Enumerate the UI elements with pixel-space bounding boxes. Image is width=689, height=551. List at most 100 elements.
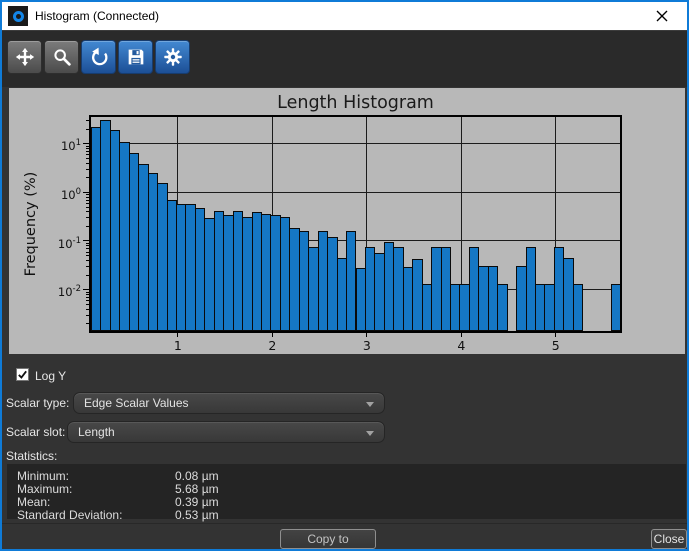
gridline-h bbox=[91, 192, 620, 193]
y-tick-label: 10-2 bbox=[37, 281, 81, 297]
y-minor-tick bbox=[86, 211, 89, 212]
gear-icon bbox=[162, 46, 184, 68]
y-minor-tick bbox=[86, 297, 89, 298]
log-y-checkbox[interactable] bbox=[16, 368, 29, 381]
y-minor-tick bbox=[86, 120, 89, 121]
y-minor-tick bbox=[86, 309, 89, 310]
close-icon bbox=[656, 10, 668, 22]
statistics-label: Statistics: bbox=[6, 449, 57, 463]
y-minor-tick bbox=[86, 292, 89, 293]
gridline-h bbox=[91, 143, 620, 144]
reset-view-button[interactable] bbox=[81, 40, 116, 74]
y-minor-tick bbox=[86, 169, 89, 170]
x-tick bbox=[461, 333, 462, 337]
scalar-type-value: Edge Scalar Values bbox=[84, 396, 189, 410]
chart-title: Length Histogram bbox=[91, 93, 620, 113]
stat-row-mean: Mean: 0.39 µm bbox=[7, 495, 686, 508]
check-icon bbox=[17, 369, 28, 380]
x-tick-label: 2 bbox=[257, 338, 287, 353]
y-minor-tick bbox=[86, 294, 89, 295]
window-close-button[interactable] bbox=[639, 2, 684, 30]
histogram-bar bbox=[573, 284, 583, 331]
y-minor-tick bbox=[86, 197, 89, 198]
y-minor-tick bbox=[86, 177, 89, 178]
y-minor-tick bbox=[86, 260, 89, 261]
y-minor-tick bbox=[86, 243, 89, 244]
y-minor-tick bbox=[86, 194, 89, 195]
x-tick bbox=[555, 333, 556, 337]
y-minor-tick bbox=[86, 158, 89, 159]
stat-value: 0.08 µm bbox=[175, 469, 219, 483]
x-tick-label: 4 bbox=[446, 338, 476, 353]
rotate-ccw-icon bbox=[88, 46, 110, 68]
y-tick-label: 101 bbox=[37, 135, 81, 151]
footer-divider bbox=[2, 523, 689, 524]
close-button[interactable]: Close bbox=[651, 529, 687, 549]
y-minor-tick bbox=[86, 255, 89, 256]
y-minor-tick bbox=[86, 275, 89, 276]
scalar-slot-value: Length bbox=[78, 425, 115, 439]
y-minor-tick bbox=[86, 300, 89, 301]
y-tick bbox=[83, 289, 89, 290]
y-minor-tick bbox=[86, 217, 89, 218]
chevron-down-icon bbox=[366, 402, 374, 407]
app-icon bbox=[8, 6, 28, 26]
y-tick bbox=[83, 192, 89, 193]
y-minor-tick bbox=[86, 163, 89, 164]
x-tick bbox=[272, 333, 273, 337]
stat-row-maximum: Maximum: 5.68 µm bbox=[7, 482, 686, 495]
histogram-bar bbox=[611, 284, 620, 331]
stat-value: 0.53 µm bbox=[175, 508, 219, 522]
y-minor-tick bbox=[86, 266, 89, 267]
stat-label: Maximum: bbox=[17, 482, 72, 496]
y-minor-tick bbox=[86, 315, 89, 316]
zoom-button[interactable] bbox=[44, 40, 79, 74]
scalar-slot-dropdown[interactable]: Length bbox=[67, 421, 385, 443]
settings-button[interactable] bbox=[155, 40, 190, 74]
titlebar[interactable]: Histogram (Connected) bbox=[2, 2, 687, 30]
histogram-bar bbox=[497, 284, 507, 331]
window-title: Histogram (Connected) bbox=[35, 9, 159, 23]
stat-label: Mean: bbox=[17, 495, 50, 509]
magnifier-icon bbox=[51, 46, 73, 68]
y-minor-tick bbox=[86, 323, 89, 324]
y-minor-tick bbox=[86, 248, 89, 249]
copy-to-clipboard-button[interactable]: Copy to Clipboard bbox=[280, 529, 376, 549]
x-tick-label: 3 bbox=[352, 338, 382, 353]
save-button[interactable] bbox=[118, 40, 153, 74]
scalar-type-dropdown[interactable]: Edge Scalar Values bbox=[73, 392, 385, 414]
chart-panel[interactable]: Length Histogram Frequency (%) 123451011… bbox=[9, 88, 685, 354]
pan-icon bbox=[14, 46, 36, 68]
y-minor-tick bbox=[86, 146, 89, 147]
y-minor-tick bbox=[86, 203, 89, 204]
y-minor-tick bbox=[86, 304, 89, 305]
pan-button[interactable] bbox=[7, 40, 42, 74]
y-minor-tick bbox=[86, 207, 89, 208]
statistics-panel: Minimum: 0.08 µm Maximum: 5.68 µm Mean: … bbox=[7, 464, 686, 519]
scalar-type-label: Scalar type: bbox=[6, 396, 69, 410]
y-minor-tick bbox=[86, 129, 89, 130]
y-minor-tick bbox=[86, 245, 89, 246]
y-minor-tick bbox=[86, 252, 89, 253]
x-tick-label: 1 bbox=[163, 338, 193, 353]
stat-value: 5.68 µm bbox=[175, 482, 219, 496]
chevron-down-icon bbox=[366, 431, 374, 436]
stat-label: Minimum: bbox=[17, 469, 69, 483]
y-tick-label: 10-1 bbox=[37, 233, 81, 249]
y-tick-label: 100 bbox=[37, 184, 81, 200]
scalar-slot-label: Scalar slot: bbox=[6, 425, 65, 439]
y-minor-tick bbox=[86, 226, 89, 227]
x-tick bbox=[366, 333, 367, 337]
save-icon bbox=[125, 46, 147, 68]
y-minor-tick bbox=[86, 200, 89, 201]
y-tick bbox=[83, 240, 89, 241]
stat-label: Standard Deviation: bbox=[17, 508, 122, 522]
plot-area[interactable] bbox=[91, 117, 620, 331]
stat-value: 0.39 µm bbox=[175, 495, 219, 509]
x-tick bbox=[177, 333, 178, 337]
histogram-window: Histogram (Connected) bbox=[0, 0, 689, 551]
log-y-label: Log Y bbox=[35, 369, 66, 383]
toolbar bbox=[2, 30, 687, 87]
stat-row-std-deviation: Standard Deviation: 0.53 µm bbox=[7, 508, 686, 521]
y-minor-tick bbox=[86, 154, 89, 155]
